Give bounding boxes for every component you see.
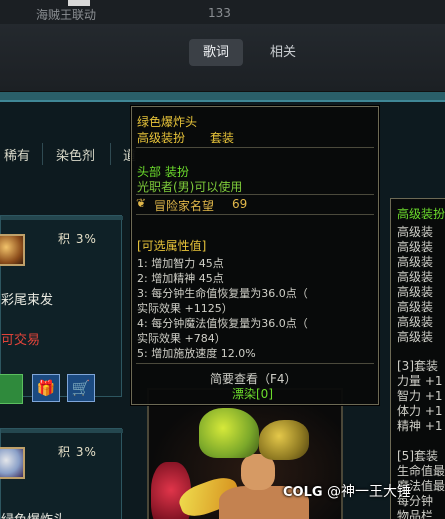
tab-related[interactable]: 相关	[256, 39, 310, 66]
filter-dye[interactable]: 染色剂	[56, 145, 95, 164]
prop-line: 3: 每分钟生命值恢复量为36.0点（	[137, 287, 308, 300]
prop-line: 1: 增加智力 45点	[137, 257, 224, 270]
fame-icon: ❦	[136, 196, 147, 210]
divider	[136, 147, 374, 148]
divider	[136, 363, 374, 364]
fame-label: 冒险家名望	[154, 199, 215, 213]
prop-line: 5: 增加施放速度 12.0%	[137, 347, 256, 360]
item-tooltip: 绿色爆炸头 高级装扮 套装 头部 装扮 光职者(男)可以使用 ❦ 冒险家名望 6…	[131, 106, 379, 405]
song-title-cut: 海贼王联动	[36, 8, 97, 22]
panel-top-frame	[0, 92, 445, 100]
job-restriction: 光职者(男)可以使用	[137, 180, 243, 194]
yellow-hair	[259, 420, 309, 460]
set-row: 高级装	[397, 330, 434, 344]
set-bonus: 精神 +1	[397, 419, 443, 433]
item-name: 绿色爆炸头	[1, 509, 66, 519]
watermark-text: @神一王大锤	[327, 484, 411, 500]
item-card[interactable]: 积 3% 绿色爆炸头	[0, 428, 123, 519]
prop-line: 实际效果 +1125）	[137, 302, 233, 315]
colg-logo: COLG	[283, 485, 323, 500]
filter-rare[interactable]: 稀有	[4, 145, 30, 164]
colg-watermark: COLG @神一王大锤	[283, 481, 411, 501]
item-avatar	[0, 234, 25, 266]
play-count-cut: 133	[208, 6, 231, 20]
buy-button[interactable]	[0, 374, 23, 404]
item-title: 绿色爆炸头	[137, 115, 198, 129]
item-grade: 高级装扮	[137, 131, 186, 145]
card-header	[1, 216, 123, 220]
card-header	[1, 429, 123, 433]
set-title: 高级装扮	[397, 207, 445, 221]
cart-icon[interactable]: 🛒	[67, 374, 95, 402]
fame-value: 69	[232, 197, 248, 211]
player-top-strip: 海贼王联动 133	[0, 0, 445, 24]
points-rate: 积 3%	[58, 445, 97, 459]
selectable-header: [可选属性值]	[137, 239, 207, 253]
set-bonus: 物品栏	[397, 509, 434, 519]
divider	[110, 143, 111, 165]
divider	[136, 214, 374, 215]
divider	[42, 143, 43, 165]
set-info-panel: 高级装扮 高级装 高级装 高级装 高级装 高级装 高级装 高级装 高级装 [3]…	[390, 198, 445, 519]
set-tag: 套装	[210, 131, 235, 145]
filter-row: 稀有 染色剂 道	[0, 139, 140, 169]
panel-top-line	[0, 100, 445, 102]
prop-line: 2: 增加精神 45点	[137, 272, 224, 285]
dye-count: 漂染[0]	[232, 387, 273, 401]
gift-icon[interactable]: 🎁	[32, 374, 60, 402]
prop-line: 4: 每分钟魔法值恢复量为36.0点（	[137, 317, 308, 330]
player-tab-bar: 歌词 相关	[0, 24, 445, 92]
tradable-label: 可交易	[1, 333, 41, 348]
tab-lyrics[interactable]: 歌词	[189, 39, 244, 66]
green-hair	[199, 408, 259, 458]
item-name: 彩尾束发	[1, 293, 54, 308]
points-rate: 积 3%	[58, 232, 97, 246]
divider	[136, 194, 374, 195]
item-avatar	[0, 447, 25, 479]
prop-line: 实际效果 +784）	[137, 332, 226, 345]
item-card[interactable]: 积 3% 彩尾束发 可交易 🎁 🛒	[0, 215, 123, 404]
